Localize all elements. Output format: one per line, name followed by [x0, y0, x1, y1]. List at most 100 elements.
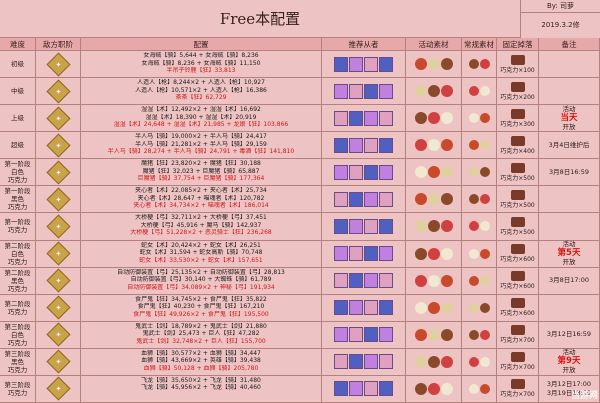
enemy-wave-line: 茶茶【狂】62,729: [175, 94, 227, 102]
enemy-wave-line: 鬼武士【剑】32,748×2 + 巨人【狂】155,700: [136, 337, 266, 345]
material-icon: [440, 139, 453, 152]
servant-icon[interactable]: [334, 354, 348, 370]
servant-icon[interactable]: [379, 327, 393, 343]
servant-icon[interactable]: [364, 273, 378, 289]
servant-icon[interactable]: [349, 56, 363, 72]
note-cell: 3月12日16:59: [539, 321, 600, 348]
servant-icon[interactable]: [379, 300, 393, 316]
servant-icon[interactable]: [334, 327, 348, 343]
enemy-class-cell: ✦: [36, 321, 81, 348]
servant-icon[interactable]: [364, 327, 378, 343]
servant-icon[interactable]: [334, 110, 348, 126]
servant-icon[interactable]: [379, 218, 393, 234]
event-material-cell: [406, 267, 462, 294]
servant-icon[interactable]: [364, 354, 378, 370]
enemy-wave-line: 大桥梗【弓】32,711×2 + 大桥梗【弓】37,451: [135, 214, 267, 222]
material-icon: [414, 247, 427, 260]
servant-icon[interactable]: [334, 83, 348, 99]
material-icon: [427, 58, 440, 71]
enemy-wave-line: 鬼武士【剑】18,789×2 + 鬼武士【剑】21,880: [135, 322, 267, 330]
config-cell: 大桥梗【弓】32,711×2 + 大桥梗【弓】37,451 大桥梗【弓】45,91…: [81, 213, 322, 240]
event-material-cell: [406, 348, 462, 375]
servant-icon[interactable]: [364, 218, 378, 234]
servant-icon[interactable]: [349, 273, 363, 289]
servant-icon[interactable]: [349, 354, 363, 370]
servant-icon[interactable]: [379, 83, 393, 99]
note-line: 第5天: [557, 248, 581, 259]
material-icon: [468, 383, 479, 394]
enemy-class-cell: ✦: [36, 240, 81, 267]
servant-icon[interactable]: [349, 300, 363, 316]
servant-icon[interactable]: [349, 83, 363, 99]
meta-block: By: 司萝 2019.3.2修: [521, 0, 600, 38]
material-icon: [468, 86, 479, 97]
difficulty-cell: 第二阶段 白色 巧克力: [0, 240, 36, 267]
servant-icon[interactable]: [334, 191, 348, 207]
servant-icon[interactable]: [379, 381, 393, 397]
servant-icon[interactable]: [364, 110, 378, 126]
material-icon: [414, 328, 427, 341]
servant-icon[interactable]: [334, 164, 348, 180]
servant-icon[interactable]: [364, 381, 378, 397]
servant-icon[interactable]: [364, 137, 378, 153]
class-icon: ✦: [45, 376, 71, 401]
note-line: 当天: [560, 112, 578, 123]
servant-icon[interactable]: [379, 164, 393, 180]
regular-material-cell: [462, 132, 497, 159]
class-icon: ✦: [45, 187, 71, 212]
note-cell: 活动 当天 开放: [539, 105, 600, 132]
regular-material-cell: [462, 267, 497, 294]
servant-cell: [322, 159, 406, 186]
servant-icon[interactable]: [364, 246, 378, 262]
servant-icon[interactable]: [364, 83, 378, 99]
table-row: 上级 ✦ 湿湿【术】12,492×2 + 湿湿【术】16,692 湿湿【术】18,39…: [0, 105, 600, 133]
servant-icon[interactable]: [349, 327, 363, 343]
servant-icon[interactable]: [334, 381, 348, 397]
note-cell: 活动 第5天 开放: [539, 240, 600, 267]
material-icon: [440, 85, 453, 98]
servant-cell: [322, 375, 406, 402]
servant-icon[interactable]: [379, 354, 393, 370]
servant-icon[interactable]: [349, 137, 363, 153]
enemy-wave-line: 飞龙【骑】35,650×2 + 飞龙【骑】31,480: [141, 376, 261, 384]
servant-icon[interactable]: [364, 56, 378, 72]
fixed-drop-cell: 巧克力×400: [497, 132, 539, 159]
servant-icon[interactable]: [349, 164, 363, 180]
config-cell: 蛇女【术】20,424×2 + 蛇女【术】26,251 蛇女【术】31,594 +…: [81, 240, 322, 267]
servant-icon[interactable]: [334, 137, 348, 153]
servant-icon[interactable]: [379, 137, 393, 153]
servant-icon[interactable]: [334, 218, 348, 234]
servant-icon[interactable]: [379, 191, 393, 207]
table-row: 超级 ✦ 半人马【骑】19,000×2 + 半人马【骑】24,417 半人马【骑】21…: [0, 132, 600, 160]
servant-icon[interactable]: [379, 273, 393, 289]
event-material-cell: [406, 294, 462, 321]
servant-icon[interactable]: [334, 300, 348, 316]
class-icon: ✦: [45, 322, 71, 347]
column-header: 常规素材: [462, 38, 497, 51]
servant-icon[interactable]: [349, 381, 363, 397]
servant-icon[interactable]: [349, 110, 363, 126]
servant-icon[interactable]: [334, 273, 348, 289]
servant-icon[interactable]: [379, 246, 393, 262]
servant-icon[interactable]: [349, 246, 363, 262]
material-icon: [479, 383, 490, 394]
column-header: 敌方职阶: [36, 38, 81, 51]
servant-icon[interactable]: [364, 164, 378, 180]
note-line: 开放: [562, 366, 576, 375]
servant-icon[interactable]: [334, 56, 348, 72]
servant-icon[interactable]: [334, 246, 348, 262]
table-row: 第一阶段 黑色 巧克力 ✦ 夹心者【术】22,085×2 + 夹心者【术】25,73…: [0, 186, 600, 214]
servant-icon[interactable]: [349, 218, 363, 234]
column-header: 备注: [539, 38, 600, 51]
table-row: 第二阶段 白色 巧克力 ✦ 蛇女【术】20,424×2 + 蛇女【术】26,251 蛇…: [0, 240, 600, 268]
servant-icon[interactable]: [364, 191, 378, 207]
enemy-wave-line: 自动防御装置【弓】25,135×2 + 自动防御装置【弓】28,813: [117, 268, 285, 276]
fixed-drop-cell: 巧克力×300: [497, 105, 539, 132]
material-icon: [468, 194, 479, 205]
servant-icon[interactable]: [349, 191, 363, 207]
servant-icon[interactable]: [379, 110, 393, 126]
regular-material-cell: [462, 375, 497, 402]
regular-material-cell: [462, 348, 497, 375]
servant-icon[interactable]: [379, 56, 393, 72]
servant-icon[interactable]: [364, 300, 378, 316]
